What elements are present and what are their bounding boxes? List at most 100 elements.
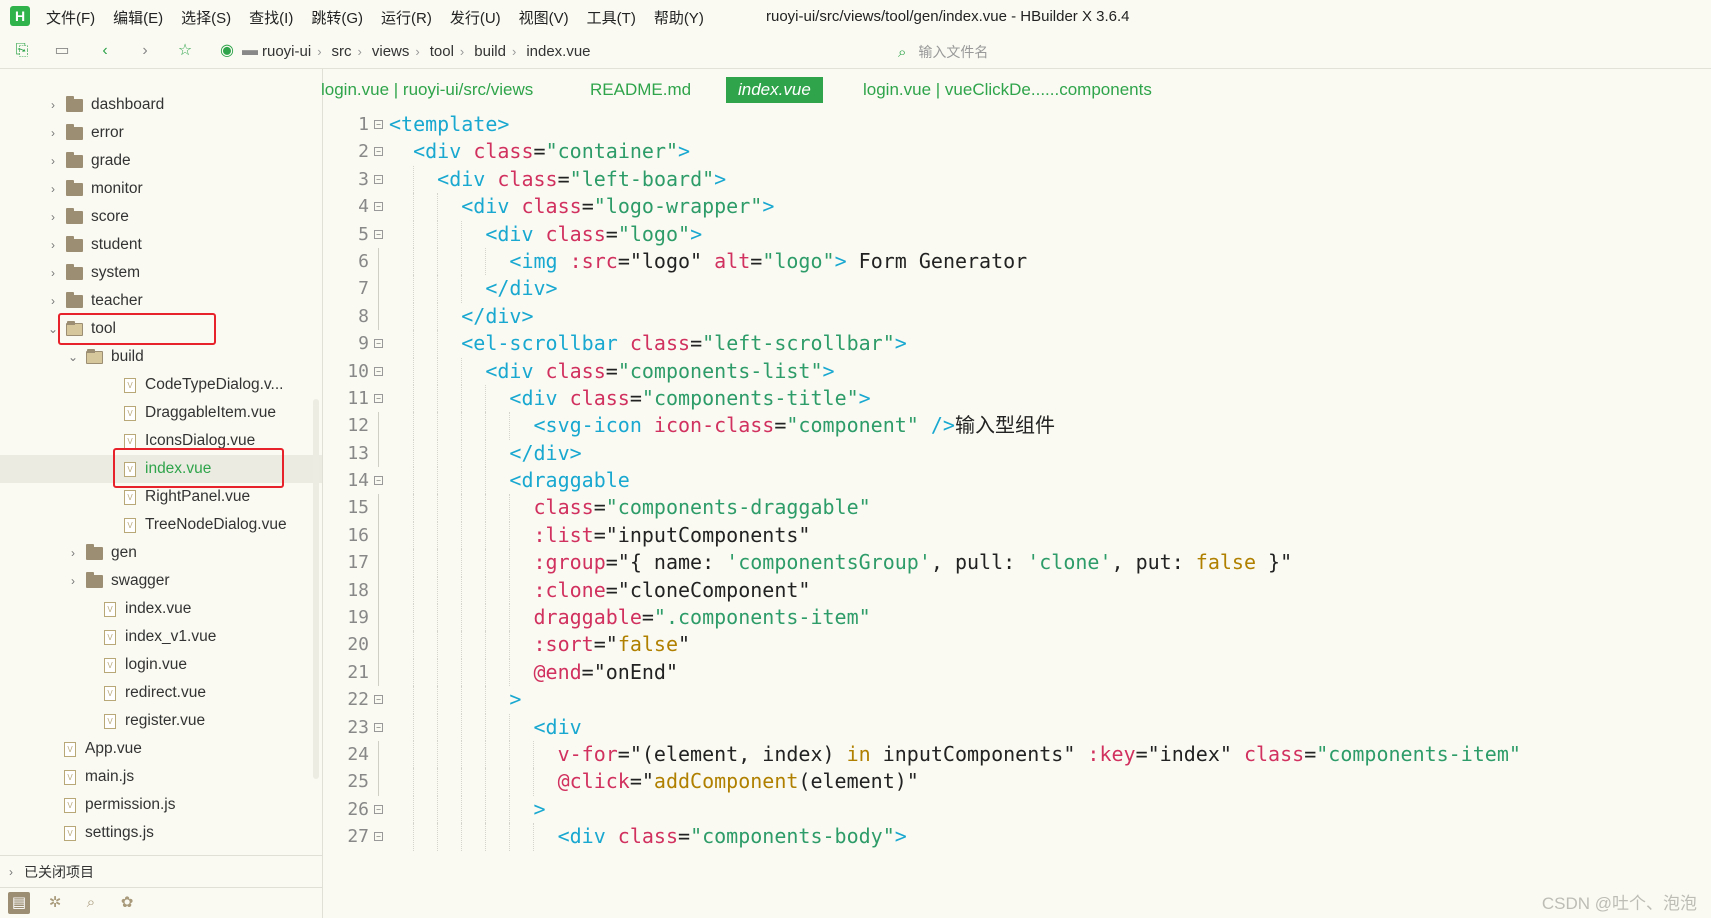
code-token: <div xyxy=(485,221,534,246)
tree-folder[interactable]: ⌄ build xyxy=(0,343,322,371)
file-search[interactable]: ⌕ xyxy=(898,42,1278,62)
tree-item-label: swagger xyxy=(111,572,170,589)
fold-toggle-icon[interactable]: − xyxy=(374,722,383,732)
forward-arrow-icon[interactable]: › xyxy=(135,41,155,61)
editor-tab[interactable]: login.vue | vueClickDe......components xyxy=(851,77,1164,103)
folder-icon xyxy=(66,123,83,140)
code-token: Form Generator xyxy=(846,248,1028,273)
tree-file[interactable]: Vregister.vue xyxy=(0,707,322,735)
chevron-right-icon[interactable]: › xyxy=(46,266,60,280)
editor-tab[interactable]: README.md xyxy=(578,77,703,103)
chevron-down-icon[interactable]: ⌄ xyxy=(46,322,60,336)
chevron-down-icon[interactable]: ⌄ xyxy=(66,350,80,364)
fold-toggle-icon[interactable]: − xyxy=(374,229,383,239)
breadcrumb-item[interactable]: index.vue xyxy=(526,43,590,60)
search-code-icon[interactable]: ⌕ xyxy=(80,892,102,914)
chevron-right-icon[interactable]: › xyxy=(46,182,60,196)
fold-toggle-icon[interactable]: − xyxy=(374,339,383,349)
back-arrow-icon[interactable]: ‹ xyxy=(95,41,115,61)
tree-folder[interactable]: › student xyxy=(0,231,322,259)
file-search-input[interactable] xyxy=(916,43,1221,61)
fold-toggle-icon[interactable]: − xyxy=(374,174,383,184)
tree-file[interactable]: Vindex.vue xyxy=(0,455,322,483)
breadcrumb-item[interactable]: tool xyxy=(430,43,454,60)
fold-toggle-icon[interactable]: − xyxy=(374,202,383,212)
chevron-right-icon[interactable]: › xyxy=(46,98,60,112)
chevron-right-icon[interactable]: › xyxy=(46,210,60,224)
tree-file[interactable]: Vlogin.vue xyxy=(0,651,322,679)
menu-item[interactable]: 视图(V) xyxy=(519,7,569,28)
chevron-right-icon[interactable]: › xyxy=(46,294,60,308)
menu-item[interactable]: 文件(F) xyxy=(46,7,95,28)
code-token: class xyxy=(1243,741,1305,766)
bug-icon[interactable]: ✲ xyxy=(44,892,66,914)
tree-folder[interactable]: › teacher xyxy=(0,287,322,315)
menu-item[interactable]: 运行(R) xyxy=(381,7,432,28)
menu-item[interactable]: 编辑(E) xyxy=(113,7,163,28)
run-icon[interactable]: ◉ xyxy=(217,41,237,61)
tree-folder[interactable]: › system xyxy=(0,259,322,287)
tree-item-label: App.vue xyxy=(85,740,142,757)
code-editor[interactable]: 1− <template> 2− <div class="container"> 3−… xyxy=(323,111,1711,918)
code-token: , pull: xyxy=(930,550,1028,575)
tree-file[interactable]: Vindex_v1.vue xyxy=(0,623,322,651)
tree-folder[interactable]: ⌄ tool xyxy=(0,315,322,343)
breadcrumb-item[interactable]: ruoyi-ui xyxy=(262,43,311,60)
fold-toggle-icon[interactable]: − xyxy=(374,832,383,842)
breadcrumb-item[interactable]: src xyxy=(332,43,352,60)
fold-toggle-icon[interactable]: − xyxy=(374,804,383,814)
tree-file[interactable]: Vredirect.vue xyxy=(0,679,322,707)
tree-item-label: index.vue xyxy=(145,460,212,477)
closed-projects[interactable]: › 已关闭项目 xyxy=(0,855,322,888)
tree-folder[interactable]: › dashboard xyxy=(0,91,322,119)
chevron-right-icon[interactable]: › xyxy=(66,546,80,560)
plugin-icon[interactable]: ✿ xyxy=(116,892,138,914)
tree-file[interactable]: Vmain.js xyxy=(0,763,322,791)
tree-file[interactable]: V IconsDialog.vue xyxy=(0,427,322,455)
tree-file[interactable]: V RightPanel.vue xyxy=(0,483,322,511)
tree-file[interactable]: Vindex.vue xyxy=(0,595,322,623)
menu-item[interactable]: 选择(S) xyxy=(181,7,231,28)
sidebar-scrollbar[interactable] xyxy=(313,399,319,779)
chevron-right-icon[interactable]: › xyxy=(46,126,60,140)
tree-folder[interactable]: › monitor xyxy=(0,175,322,203)
editor-tab[interactable]: login.vue | ruoyi-ui/src/views xyxy=(309,77,545,103)
editor-tab[interactable]: index.vue xyxy=(726,77,823,103)
tree-file[interactable]: V CodeTypeDialog.v... xyxy=(0,371,322,399)
new-file-icon[interactable]: ⎘ xyxy=(12,41,32,61)
tree-file[interactable]: Vpermission.js xyxy=(0,791,322,819)
chevron-right-icon[interactable]: › xyxy=(46,238,60,252)
menu-item[interactable]: 跳转(G) xyxy=(311,7,363,28)
tree-file[interactable]: V DraggableItem.vue xyxy=(0,399,322,427)
code-token: =" xyxy=(629,769,654,794)
tree-file[interactable]: V TreeNodeDialog.vue xyxy=(0,511,322,539)
fold-toggle-icon[interactable]: − xyxy=(374,366,383,376)
breadcrumb-item[interactable]: build xyxy=(474,43,506,60)
save-icon[interactable]: ▭ xyxy=(52,41,72,61)
breadcrumb-item[interactable]: views xyxy=(372,43,410,60)
tree-folder[interactable]: › score xyxy=(0,203,322,231)
fold-toggle-icon[interactable]: − xyxy=(374,393,383,403)
menu-item[interactable]: 发行(U) xyxy=(450,7,501,28)
tree-folder[interactable]: › error xyxy=(0,119,322,147)
code-token: > xyxy=(822,358,835,383)
chevron-right-icon[interactable]: › xyxy=(66,574,80,588)
tree-folder[interactable]: › grade xyxy=(0,147,322,175)
menu-item[interactable]: 查找(I) xyxy=(249,7,293,28)
tree-folder[interactable]: › swagger xyxy=(0,567,322,595)
code-token: :src xyxy=(569,248,618,273)
menu-item[interactable]: 工具(T) xyxy=(587,7,636,28)
fold-toggle-icon[interactable]: − xyxy=(374,120,383,129)
tree-folder[interactable]: › gen xyxy=(0,539,322,567)
tree-file[interactable]: Vsettings.js xyxy=(0,819,322,847)
menu-item[interactable]: 帮助(Y) xyxy=(654,7,704,28)
star-icon[interactable]: ☆ xyxy=(175,41,195,61)
code-line: 2− <div class="container"> xyxy=(323,138,1711,165)
chevron-right-icon[interactable]: › xyxy=(46,154,60,168)
tree-file[interactable]: V App.vue xyxy=(0,735,322,763)
fold-toggle-icon[interactable]: − xyxy=(374,695,383,705)
project-icon[interactable]: ▤ xyxy=(8,892,30,914)
fold-toggle-icon[interactable]: − xyxy=(374,147,383,157)
fold-toggle-icon[interactable]: − xyxy=(374,476,383,486)
